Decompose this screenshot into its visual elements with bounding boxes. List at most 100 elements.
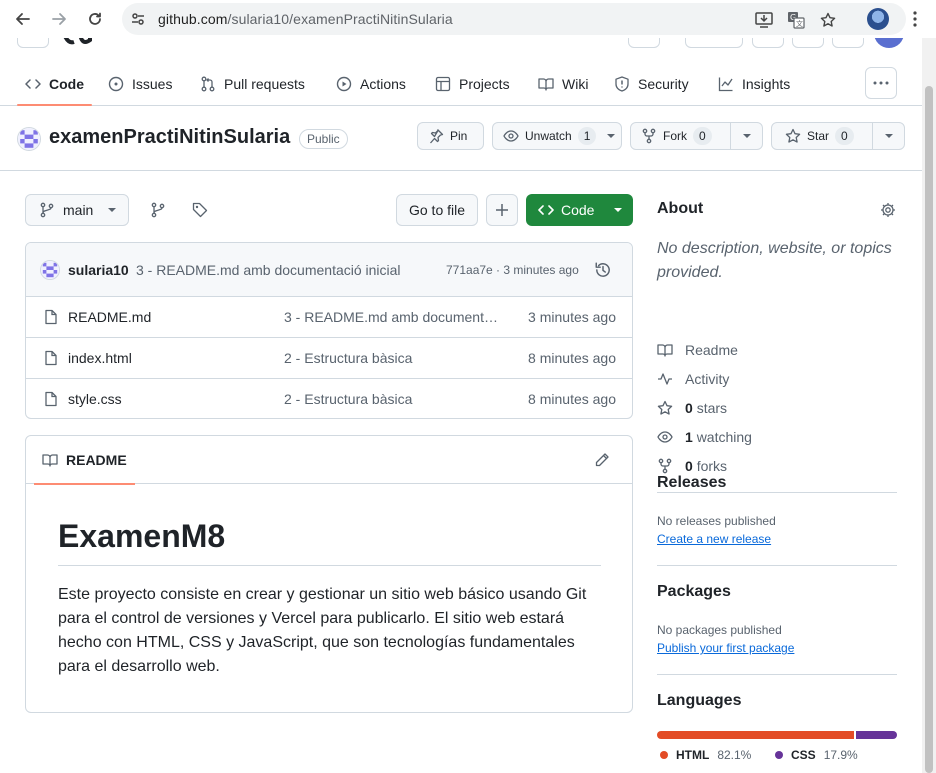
inbox-button[interactable] [832, 38, 864, 48]
book-icon [42, 454, 58, 467]
stars-link[interactable]: 0 stars [657, 400, 727, 416]
branches-icon[interactable] [150, 202, 166, 218]
tag-icon[interactable] [192, 202, 208, 218]
star-dropdown[interactable] [872, 123, 904, 149]
browser-menu-icon[interactable] [905, 9, 925, 29]
file-name[interactable]: README.md [68, 309, 151, 325]
tab-insights[interactable]: Insights [718, 62, 790, 106]
fork-icon [642, 128, 656, 144]
watching-count: 1 [685, 429, 693, 445]
menu-button[interactable] [17, 38, 49, 48]
file-row[interactable]: index.html 2 - Estructura bàsica 8 minut… [26, 338, 632, 379]
language-css[interactable]: CSS 17.9% [775, 748, 858, 762]
tab-projects[interactable]: Projects [435, 62, 510, 106]
branch-selector[interactable]: main [25, 194, 129, 226]
create-release-link[interactable]: Create a new release [657, 532, 771, 546]
back-button[interactable] [12, 8, 34, 30]
watching-link[interactable]: 1 watching [657, 429, 752, 445]
tab-issues[interactable]: Issues [108, 62, 172, 106]
readme-link[interactable]: Readme [657, 342, 738, 358]
publish-package-link[interactable]: Publish your first package [657, 641, 794, 655]
file-name[interactable]: style.css [68, 391, 122, 407]
site-settings-icon[interactable] [130, 11, 146, 27]
forks-label: forks [696, 458, 728, 474]
activity-link[interactable]: Activity [657, 371, 729, 387]
tab-security[interactable]: Security [614, 62, 689, 106]
code-dropdown-button[interactable]: Code [526, 194, 633, 226]
bookmark-star-icon[interactable] [818, 10, 838, 30]
star-count: 0 [835, 127, 854, 145]
file-commit-message[interactable]: 2 - Estructura bàsica [284, 350, 500, 366]
fork-button[interactable]: Fork 0 [630, 122, 763, 150]
star-icon [785, 128, 801, 143]
translate-icon[interactable]: G文 [786, 10, 806, 30]
kebab-horizontal-icon [873, 81, 889, 85]
languages-title: Languages [657, 692, 742, 709]
history-icon[interactable] [594, 261, 612, 279]
scrollbar-thumb[interactable] [925, 86, 933, 773]
chevron-down-icon [614, 208, 623, 212]
search-button[interactable] [628, 38, 660, 48]
address-bar[interactable]: github.com/sularia10/examenPractiNitinSu… [122, 3, 906, 35]
language-percent: 82.1% [717, 748, 752, 762]
play-icon [336, 76, 352, 92]
readme-link-label: Readme [685, 342, 738, 358]
pin-button[interactable]: Pin [417, 122, 484, 150]
readme-tab-label: README [66, 452, 127, 468]
packages-empty: No packages published [657, 623, 782, 637]
tab-code[interactable]: Code [17, 62, 92, 106]
commit-author[interactable]: sularia10 [68, 262, 129, 278]
file-row[interactable]: README.md 3 - README.md amb documentació… [26, 297, 632, 338]
commit-author-avatar[interactable] [40, 260, 60, 280]
reload-button[interactable] [84, 8, 106, 30]
watching-label: watching [696, 429, 752, 445]
repo-name[interactable]: examenPractiNitinSularia [49, 126, 290, 149]
tab-wiki[interactable]: Wiki [538, 62, 588, 106]
install-app-icon[interactable] [754, 10, 774, 30]
more-tabs-button[interactable] [865, 67, 897, 99]
watch-count: 1 [577, 127, 597, 145]
identicon-icon [41, 261, 59, 279]
tab-label: Actions [360, 76, 406, 92]
pencil-icon[interactable] [594, 452, 610, 468]
language-dot [775, 751, 783, 759]
issues-button[interactable] [752, 38, 784, 48]
lang-bar-segment-css [856, 731, 897, 739]
book-icon [657, 344, 673, 357]
pulse-icon [658, 373, 672, 385]
gear-icon[interactable] [880, 202, 896, 218]
eye-icon [503, 130, 519, 142]
activity-link-label: Activity [685, 371, 730, 387]
github-logo-icon[interactable] [62, 38, 94, 48]
arrow-right-icon [52, 13, 66, 25]
file-row[interactable]: style.css 2 - Estructura bàsica 8 minute… [26, 379, 632, 418]
star-button[interactable]: Star 0 [771, 122, 905, 150]
about-title: About [657, 200, 704, 217]
forks-link[interactable]: 0 forks [657, 458, 727, 474]
pulls-button[interactable] [792, 38, 824, 48]
tab-actions[interactable]: Actions [336, 62, 406, 106]
commit-meta[interactable]: 771aa7e · 3 minutes ago [446, 263, 579, 277]
add-file-button[interactable] [486, 194, 518, 226]
tab-pull-requests[interactable]: Pull requests [200, 62, 305, 106]
fork-dropdown[interactable] [730, 123, 762, 149]
commit-message[interactable]: 3 - README.md amb documentació inicial [136, 262, 401, 278]
file-commit-message[interactable]: 2 - Estructura bàsica [284, 391, 500, 407]
go-to-file-button[interactable]: Go to file [396, 194, 478, 226]
profile-avatar[interactable] [867, 8, 889, 30]
language-html[interactable]: HTML 82.1% [660, 748, 751, 762]
repo-owner-avatar[interactable] [17, 127, 41, 151]
sidebar-divider [657, 674, 897, 675]
page-scrollbar[interactable] [922, 38, 936, 773]
file-name[interactable]: index.html [68, 350, 132, 366]
unwatch-button[interactable]: Unwatch 1 [492, 122, 622, 150]
readme-tab[interactable]: README [34, 436, 135, 485]
packages-title[interactable]: Packages [657, 583, 731, 601]
user-avatar[interactable] [874, 38, 904, 48]
stars-label: stars [696, 400, 728, 416]
create-button[interactable] [685, 38, 743, 48]
languages-bar [657, 731, 897, 739]
releases-title[interactable]: Releases [657, 474, 726, 492]
file-commit-message[interactable]: 3 - README.md amb documentació inicial [284, 309, 500, 325]
forward-button[interactable] [48, 8, 70, 30]
